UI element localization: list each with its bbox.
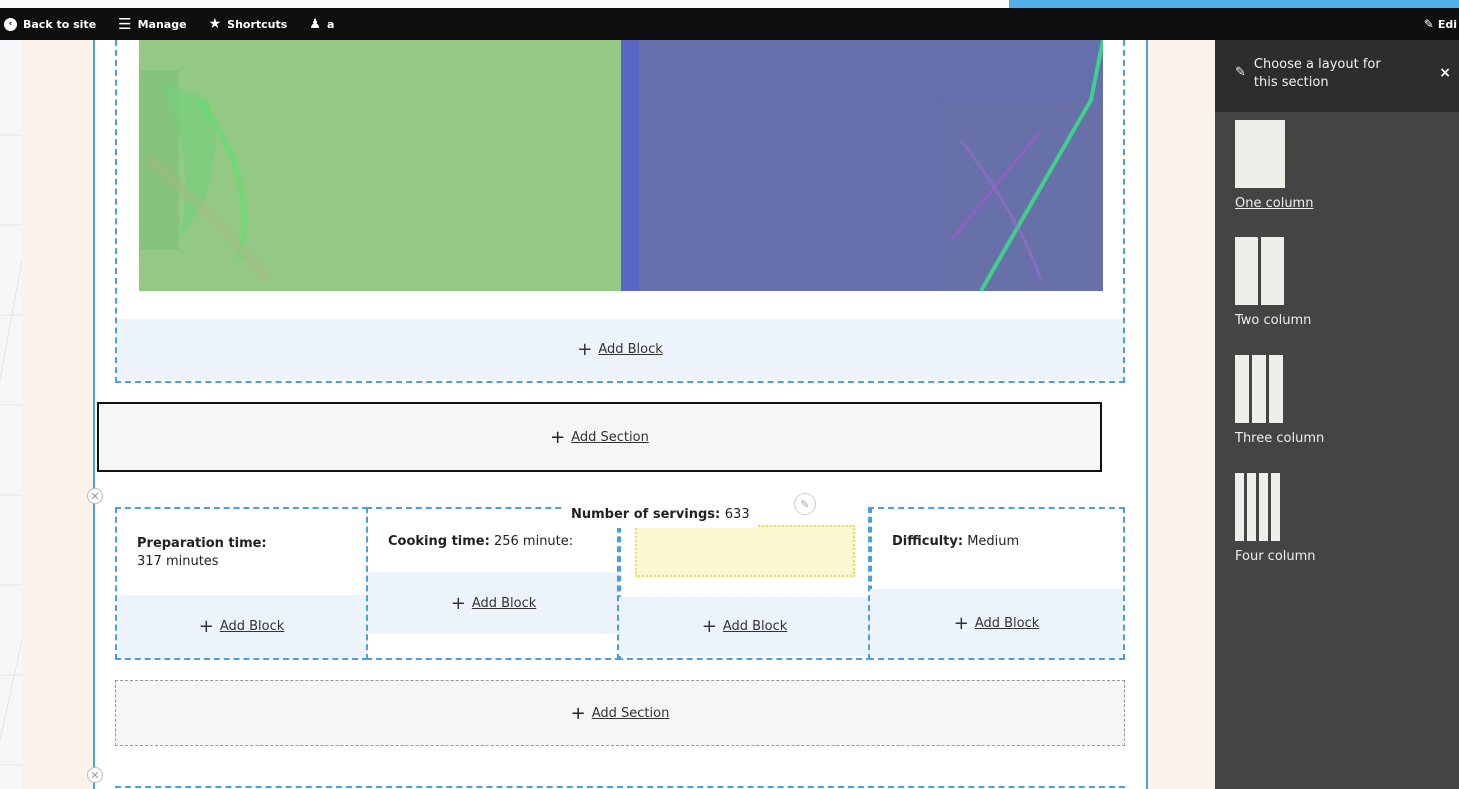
hero-image-right [621,40,1103,291]
remove-section-icon[interactable]: ✕ [87,767,103,783]
hamburger-icon: ☰ [118,15,132,33]
shortcuts-label: Shortcuts [227,17,288,31]
pencil-icon: ✎ [1235,65,1246,80]
top-strip [0,0,1459,8]
column-4: Difficulty: Medium + Add Block [868,507,1125,660]
back-arrow-icon: ‹ [4,17,17,31]
add-block-link[interactable]: Add Block [598,342,662,357]
hero-section: + Add Block [115,40,1125,383]
dragging-block-servings[interactable]: Number of servings: 633 [563,501,758,528]
remove-section-icon[interactable]: ✕ [87,488,103,504]
user-icon: ♟ [309,16,321,32]
layout-option-label[interactable]: Two column [1235,313,1311,328]
field-preparation-time: Preparation time: 317 minutes [137,535,267,571]
manage-label: Manage [137,17,187,31]
field-label: Number of servings: [571,507,721,522]
plus-icon: + [450,592,466,614]
three-column-thumbnail [1235,355,1324,423]
layout-option-one-column[interactable]: One column [1235,120,1313,211]
one-column-thumbnail [1235,120,1313,188]
close-icon[interactable]: × [1439,64,1451,82]
add-section-button[interactable]: + Add Section [115,680,1125,746]
panel-header: ✎ Choose a layout for this section × [1215,40,1459,112]
star-icon: ★ [208,16,222,32]
add-block-link[interactable]: Add Block [723,619,787,634]
field-difficulty: Difficulty: Medium [892,533,1019,551]
shortcuts-menu[interactable]: ★ Shortcuts [209,16,288,32]
field-label: Difficulty: [892,534,964,549]
plus-icon: + [953,613,969,634]
add-section-button[interactable]: + Add Section [97,402,1102,472]
hero-image-left [139,40,621,291]
admin-toolbar: ‹ Back to site ☰ Manage ★ Shortcuts ♟ a … [0,8,1459,40]
layout-option-four-column[interactable]: Four column [1235,473,1316,564]
plus-icon: + [570,702,586,724]
hero-left-pattern [139,40,621,291]
hero-right-pattern [621,40,1103,291]
pencil-icon: ✎ [1423,17,1434,31]
add-section-link[interactable]: Add Section [571,430,649,445]
plus-icon: + [198,616,214,637]
add-block-button[interactable]: + Add Block [117,319,1123,380]
edit-toggle[interactable]: ✎ Edi [1424,17,1457,31]
plus-icon: + [550,426,566,448]
four-column-thumbnail [1235,473,1316,541]
back-to-site-link[interactable]: ‹ Back to site [4,17,97,31]
field-cooking-time: Cooking time: 256 minute: [388,533,573,551]
edit-label: Edi [1437,17,1457,31]
content-frame: + Add Block + Add Section ✕ Preparation … [87,40,1148,789]
left-gutter [0,40,22,789]
field-label: Cooking time: [388,534,490,549]
four-column-section: Preparation time: 317 minutes + Add Bloc… [115,493,1125,660]
add-block-button[interactable]: + Add Block [117,595,366,658]
add-block-link[interactable]: Add Block [975,616,1039,631]
manage-menu[interactable]: ☰ Manage [118,15,186,33]
off-canvas-panel: ✎ Choose a layout for this section × One… [1215,40,1459,789]
column-2: Cooking time: 256 minute: + Add Block [366,507,621,660]
hero-image [139,40,1103,291]
layout-option-label[interactable]: Four column [1235,549,1316,564]
panel-title: Choose a layout for this section [1253,57,1381,90]
gutter-lines [0,134,22,766]
field-value: 256 minute: [493,534,574,549]
layout-option-label[interactable]: One column [1235,196,1313,211]
block-placeholder [635,525,855,577]
add-block-button[interactable]: + Add Block [368,572,619,634]
add-block-button[interactable]: + Add Block [619,597,870,656]
next-section-border [115,786,1125,788]
user-label: a [326,17,335,31]
user-menu[interactable]: ♟ a [309,17,334,32]
layout-option-two-column[interactable]: Two column [1235,237,1311,328]
add-block-link[interactable]: Add Block [472,596,536,611]
layout-canvas: + Add Block + Add Section ✕ Preparation … [22,40,1215,789]
two-column-thumbnail [1235,237,1311,305]
layout-option-label[interactable]: Three column [1235,431,1324,446]
top-accent [1009,0,1459,8]
add-section-link[interactable]: Add Section [592,706,670,721]
field-label: Preparation time: [137,536,267,551]
add-block-link[interactable]: Add Block [220,619,284,634]
plus-icon: + [577,339,593,360]
layout-option-three-column[interactable]: Three column [1235,355,1324,446]
field-value: 633 [724,507,750,522]
back-to-site-label: Back to site [23,17,97,31]
field-value: 317 minutes [137,554,219,569]
plus-icon: + [701,616,717,637]
configure-pencil-icon[interactable]: ✎ [794,493,816,515]
column-1: Preparation time: 317 minutes + Add Bloc… [115,507,368,660]
column-3: + Add Block [617,507,872,660]
add-block-button[interactable]: + Add Block [870,589,1123,658]
field-value: Medium [967,534,1020,549]
